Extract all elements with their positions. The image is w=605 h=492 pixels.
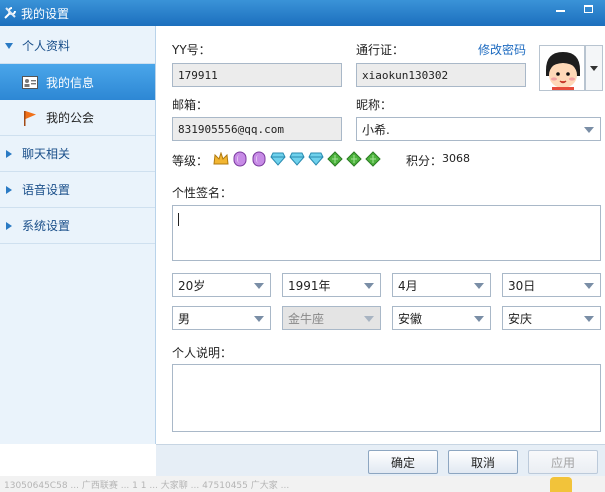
sidebar-item-my-guild[interactable]: 我的公会 <box>0 100 155 136</box>
minimize-button[interactable] <box>546 0 574 18</box>
nickname-label: 昵称： <box>356 98 393 112</box>
diamond-icon <box>288 151 305 168</box>
email-field[interactable]: 831905556@qq.com <box>172 117 342 141</box>
background-window-strip: 13050645C58 ... 广西联赛 ... 1 1 ... 大家聊 ...… <box>0 476 605 492</box>
points-label: 积分： <box>406 154 443 168</box>
maximize-button[interactable] <box>574 0 602 18</box>
city-value: 安庆 <box>508 311 533 326</box>
title-bar: 我的设置 <box>0 0 605 26</box>
background-text: 13050645C58 ... 广西联赛 ... 1 1 ... 大家聊 ...… <box>4 481 290 491</box>
ok-button[interactable]: 确定 <box>368 450 438 474</box>
chevron-down-icon <box>254 316 264 322</box>
province-select[interactable]: 安徽 <box>392 306 491 330</box>
sidebar-section-profile[interactable]: 个人资料 <box>0 28 155 64</box>
cancel-button[interactable]: 取消 <box>448 450 518 474</box>
leaf-icon <box>326 151 343 168</box>
passport-field[interactable]: xiaokun130302 <box>356 63 526 87</box>
maximize-icon <box>583 5 593 13</box>
nickname-value: 小希. <box>362 122 390 137</box>
flag-icon <box>22 110 38 126</box>
window-title: 我的设置 <box>21 6 70 21</box>
chevron-down-icon <box>364 316 374 322</box>
sidebar-item-label: 我的公会 <box>46 111 95 125</box>
signature-label: 个性签名： <box>172 186 233 200</box>
chevron-down-icon <box>364 283 374 289</box>
apply-button: 应用 <box>528 450 598 474</box>
chevron-down-icon <box>474 316 484 322</box>
avatar[interactable] <box>539 45 585 91</box>
collapse-arrow-icon <box>6 149 12 158</box>
sidebar-section-label: 聊天相关 <box>22 147 71 161</box>
moon-icon <box>250 151 267 168</box>
chevron-down-icon <box>584 283 594 289</box>
app-tray-icon <box>550 477 572 492</box>
gender-value: 男 <box>178 311 191 326</box>
sidebar-item-my-info[interactable]: 我的信息 <box>0 64 155 100</box>
minimize-icon <box>555 10 565 12</box>
description-textarea[interactable] <box>172 364 601 432</box>
expand-arrow-icon <box>5 42 13 49</box>
change-password-link[interactable]: 修改密码 <box>478 41 526 58</box>
points-value: 3068 <box>442 152 470 165</box>
sidebar-section-system[interactable]: 系统设置 <box>0 208 155 244</box>
crown-icon <box>212 151 229 168</box>
tools-icon <box>2 5 18 21</box>
zodiac-value: 金牛座 <box>288 311 325 326</box>
birth-year-value: 1991年 <box>288 278 331 293</box>
sidebar-section-label: 个人资料 <box>22 39 71 53</box>
zodiac-select: 金牛座 <box>282 306 381 330</box>
sidebar-section-chat[interactable]: 聊天相关 <box>0 136 155 172</box>
birth-day-select[interactable]: 30日 <box>502 273 601 297</box>
sidebar-item-label: 我的信息 <box>46 75 95 90</box>
collapse-arrow-icon <box>6 221 12 230</box>
chevron-down-icon <box>590 65 598 71</box>
signature-textarea[interactable] <box>172 205 601 261</box>
birth-month-select[interactable]: 4月 <box>392 273 491 297</box>
gender-select[interactable]: 男 <box>172 306 271 330</box>
yy-label: YY号： <box>172 43 211 57</box>
collapse-arrow-icon <box>6 185 12 194</box>
diamond-icon <box>307 151 324 168</box>
text-cursor <box>178 213 179 226</box>
nickname-input[interactable]: 小希. <box>356 117 601 141</box>
chevron-down-icon <box>474 283 484 289</box>
leaf-icon <box>364 151 381 168</box>
level-label: 等级： <box>172 154 209 168</box>
province-value: 安徽 <box>398 311 423 326</box>
passport-label: 通行证： <box>356 43 405 57</box>
button-bar: 确定 取消 应用 <box>156 444 605 476</box>
sidebar-section-label: 语音设置 <box>22 183 71 197</box>
moon-icon <box>231 151 248 168</box>
level-badges <box>212 150 381 168</box>
email-label: 邮箱： <box>172 98 209 112</box>
chevron-down-icon <box>584 316 594 322</box>
city-select[interactable]: 安庆 <box>502 306 601 330</box>
chevron-down-icon <box>254 283 264 289</box>
age-select[interactable]: 20岁 <box>172 273 271 297</box>
birth-year-select[interactable]: 1991年 <box>282 273 381 297</box>
id-card-icon <box>22 74 38 90</box>
description-label: 个人说明： <box>172 346 233 360</box>
sidebar-section-label: 系统设置 <box>22 219 71 233</box>
sidebar-section-voice[interactable]: 语音设置 <box>0 172 155 208</box>
avatar-dropdown-button[interactable] <box>585 45 603 91</box>
yy-number-field[interactable]: 179911 <box>172 63 342 87</box>
birth-day-value: 30日 <box>508 278 536 293</box>
age-value: 20岁 <box>178 278 206 293</box>
diamond-icon <box>269 151 286 168</box>
sidebar: 个人资料 我的信息 我的公会 聊天相关 语音设置 系统设置 <box>0 26 156 444</box>
leaf-icon <box>345 151 362 168</box>
birth-month-value: 4月 <box>398 278 418 293</box>
chevron-down-icon <box>584 127 594 133</box>
